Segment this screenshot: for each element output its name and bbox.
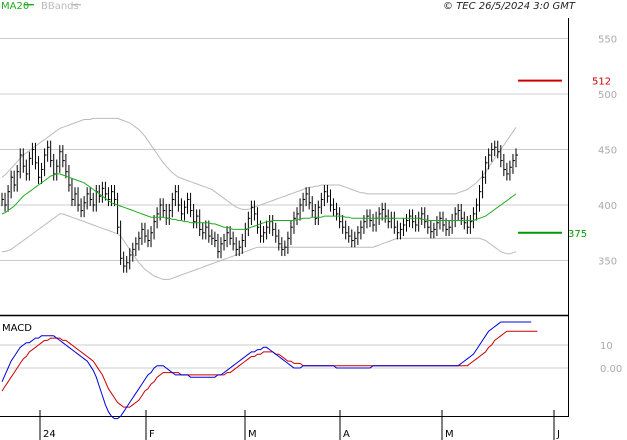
price-y-tick-label: 450 [598,146,617,157]
technical-chart: MA20 BBands © TEC 26/5/2024 3:0 GMT 350 4… [0,1,622,440]
x-tick-label: 24 [43,429,56,440]
x-tick-label: A [343,429,350,440]
price-y-tick-label: 400 [598,201,617,212]
x-axis: 24 F M A M J [39,410,560,440]
macd-y-tick-labels: 0.00 10 [600,341,622,375]
price-panel: 350 400 450 500 550 512 375 [0,35,617,280]
price-y-tick-label: 350 [598,257,617,268]
level-label: 375 [568,229,587,240]
bbands-upper-line [1,117,517,210]
macd-line [1,321,532,420]
level-lines: 512 375 [518,77,611,240]
signal-line [1,330,538,408]
x-tick-label: J [556,429,560,440]
ma20-line [1,173,517,230]
x-tick-label: M [445,429,454,440]
level-label: 512 [592,77,611,88]
bbands-legend-swatch [71,4,81,6]
x-tick-label: M [248,429,257,440]
macd-y-tick-label: 10 [600,341,613,352]
bbands-lower-line [2,213,517,280]
price-y-tick-label: 550 [598,35,617,46]
price-gridlines [0,38,568,261]
bbands-legend-label: BBands [41,1,79,12]
price-y-tick-label: 500 [598,90,617,101]
price-bars [1,140,518,273]
ma20-legend-label: MA20 [1,1,29,12]
price-y-tick-labels: 350 400 450 500 550 [598,35,617,268]
macd-gridlines [0,344,568,369]
macd-y-tick-label: 0.00 [600,364,622,375]
x-tick-label: F [149,429,155,440]
macd-title: MACD [2,323,32,334]
copyright-label: © TEC 26/5/2024 3:0 GMT [443,1,576,12]
macd-panel: MACD 0.00 10 [0,321,622,420]
